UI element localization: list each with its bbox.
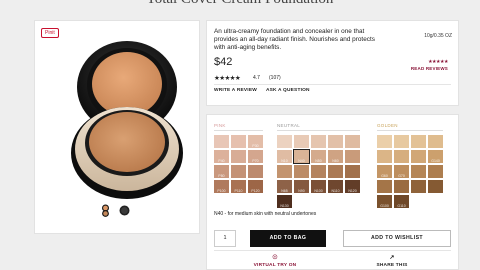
- shade-swatch[interactable]: [294, 165, 309, 178]
- shade-swatch[interactable]: N50: [311, 150, 326, 163]
- shade-group-golden: GOLDEN G140 G60 G70 G100 G110: [377, 123, 443, 208]
- shade-swatch[interactable]: [428, 135, 443, 148]
- shade-swatch[interactable]: P120: [248, 180, 263, 193]
- shade-swatch[interactable]: N40: [293, 149, 310, 164]
- shade-swatch[interactable]: [294, 135, 309, 148]
- share-label: SHARE THIS: [376, 263, 408, 268]
- thumbnail-strip: [99, 204, 131, 217]
- shade-grid: G140 G60 G70 G100 G110: [377, 135, 443, 208]
- virtual-try-on-label: VIRTUAL TRY ON: [253, 263, 297, 268]
- review-count[interactable]: (107): [269, 75, 281, 81]
- shade-selector-panel: PINK P30 P40 P70 P80 P100 P110 P120 NEUTRAL N1…: [206, 114, 459, 270]
- shade-swatch[interactable]: P100: [214, 180, 229, 193]
- shade-swatch[interactable]: [277, 165, 292, 178]
- shade-swatch[interactable]: N110: [328, 180, 343, 193]
- shade-swatch[interactable]: [377, 150, 392, 163]
- shade-swatch[interactable]: P40: [214, 150, 229, 163]
- shade-swatch[interactable]: P70: [248, 150, 263, 163]
- shade-swatch[interactable]: [345, 135, 360, 148]
- shade-swatch[interactable]: N120: [345, 180, 360, 193]
- shade-swatch[interactable]: G140: [428, 150, 443, 163]
- divider: [377, 130, 443, 131]
- share-icon: ↗: [389, 255, 395, 261]
- read-reviews-link[interactable]: READ REVIEWS: [411, 66, 448, 71]
- shade-group-pink: PINK P30 P40 P70 P80 P100 P110 P120: [214, 123, 263, 193]
- shade-swatch[interactable]: N60: [328, 150, 343, 163]
- shade-swatch[interactable]: N90: [294, 180, 309, 193]
- shade-swatch[interactable]: [377, 180, 392, 193]
- shade-swatch[interactable]: [345, 165, 360, 178]
- divider: [214, 84, 451, 85]
- divider: [277, 130, 360, 131]
- shade-swatch[interactable]: [411, 180, 426, 193]
- shade-swatch[interactable]: [411, 150, 426, 163]
- shade-swatch[interactable]: [277, 135, 292, 148]
- product-info-panel: An ultra-creamy foundation and concealer…: [206, 20, 459, 106]
- mini-rating-stars: ★★★★★: [428, 59, 448, 65]
- shade-swatch[interactable]: [328, 165, 343, 178]
- shade-swatch[interactable]: N10: [277, 150, 292, 163]
- shade-swatch[interactable]: G100: [377, 195, 392, 208]
- pin-it-button[interactable]: Pinit: [41, 28, 59, 38]
- shade-swatch[interactable]: [231, 135, 246, 148]
- page-title: Total Cover Cream Foundation: [0, 0, 480, 8]
- shade-swatch[interactable]: [394, 150, 409, 163]
- shade-swatch[interactable]: G60: [377, 165, 392, 178]
- shade-swatch[interactable]: P110: [231, 180, 246, 193]
- divider: [214, 130, 263, 131]
- shade-swatch[interactable]: P30: [248, 135, 263, 148]
- shade-swatch[interactable]: [377, 135, 392, 148]
- shade-swatch[interactable]: [394, 180, 409, 193]
- shade-swatch[interactable]: P80: [214, 165, 229, 178]
- shade-swatch[interactable]: [231, 165, 246, 178]
- product-price: $42: [214, 56, 233, 68]
- thumbnail-compact-open[interactable]: [99, 204, 112, 217]
- quantity-input[interactable]: 1: [214, 230, 236, 247]
- shade-group-neutral: NEUTRAL N10 N40 N50 N60 N65 N90 N100 N110 N120 N1…: [277, 123, 360, 208]
- shade-swatch[interactable]: [311, 165, 326, 178]
- shade-swatch[interactable]: G70: [394, 165, 409, 178]
- rating-value: 4.7: [253, 75, 260, 81]
- add-to-bag-button[interactable]: ADD TO BAG: [250, 230, 326, 247]
- shade-swatch[interactable]: [394, 135, 409, 148]
- divider: [214, 250, 451, 251]
- shade-swatch[interactable]: [248, 165, 263, 178]
- shade-swatch[interactable]: [214, 135, 229, 148]
- shade-swatch[interactable]: N130: [277, 195, 292, 208]
- add-to-wishlist-button[interactable]: ADD TO WISHLIST: [343, 230, 451, 247]
- shade-swatch[interactable]: G110: [394, 195, 409, 208]
- shade-swatch[interactable]: [428, 165, 443, 178]
- ask-question-link[interactable]: ASK A QUESTION: [266, 88, 310, 93]
- shade-swatch[interactable]: [411, 135, 426, 148]
- shade-swatch[interactable]: [411, 165, 426, 178]
- share-link[interactable]: ↗ SHARE THIS: [362, 255, 422, 268]
- shade-group-label: GOLDEN: [377, 123, 398, 128]
- shade-swatch[interactable]: [231, 150, 246, 163]
- shade-swatch[interactable]: N65: [277, 180, 292, 193]
- thumbnail-compact-closed[interactable]: [118, 204, 131, 217]
- shade-swatch[interactable]: [345, 150, 360, 163]
- shade-swatch[interactable]: N100: [311, 180, 326, 193]
- selected-shade-description: N40 - for medium skin with neutral under…: [214, 211, 317, 217]
- rating-stars: ★★★★★: [214, 75, 241, 82]
- shade-swatch[interactable]: [311, 135, 326, 148]
- shade-group-label: NEUTRAL: [277, 123, 301, 128]
- product-description: An ultra-creamy foundation and concealer…: [214, 28, 375, 51]
- person-icon: ☉: [272, 255, 278, 261]
- shade-grid: P30 P40 P70 P80 P100 P110 P120: [214, 135, 263, 193]
- product-image-panel: Pinit: [34, 20, 200, 234]
- product-image: [71, 41, 183, 199]
- virtual-try-on-link[interactable]: ☉ VIRTUAL TRY ON: [245, 255, 305, 268]
- shade-group-label: PINK: [214, 123, 226, 128]
- review-links: WRITE A REVIEW ASK A QUESTION: [214, 88, 310, 93]
- shade-grid: N10 N40 N50 N60 N65 N90 N100 N110 N120 N130: [277, 135, 360, 208]
- write-review-link[interactable]: WRITE A REVIEW: [214, 88, 257, 93]
- shade-swatch[interactable]: [328, 135, 343, 148]
- product-size: 10g/0.35 OZ: [424, 33, 452, 39]
- shade-swatch[interactable]: [428, 180, 443, 193]
